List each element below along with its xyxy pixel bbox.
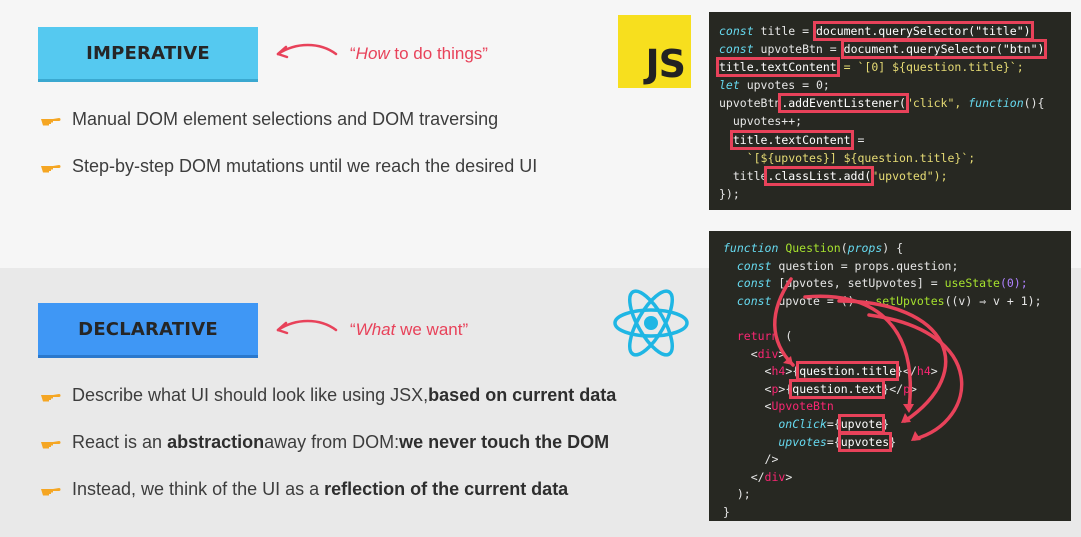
pointing-hand-icon <box>41 393 61 401</box>
list-item: Instead, we think of the UI as a reflect… <box>40 479 568 500</box>
declarative-tagline: “What we want” <box>350 320 469 339</box>
list-item: Step-by-step DOM mutations until we reac… <box>40 156 537 177</box>
list-item: Manual DOM element selections and DOM tr… <box>40 109 498 130</box>
pointing-hand-icon <box>41 164 61 172</box>
list-item: React is an abstraction away from DOM: w… <box>40 432 609 453</box>
pointing-hand-icon <box>41 487 61 495</box>
list-item: Describe what UI should look like using … <box>40 385 616 406</box>
imperative-code-block: const title = document.querySelector("ti… <box>709 12 1071 210</box>
imperative-badge: IMPERATIVE <box>38 27 258 79</box>
pointing-hand-icon <box>41 440 61 448</box>
pointing-hand-icon <box>41 117 61 125</box>
curved-arrow-icon <box>276 319 338 335</box>
declarative-code-block: function Question(props) { const questio… <box>709 231 1071 521</box>
javascript-logo: JS <box>618 15 691 88</box>
react-logo <box>613 289 689 357</box>
curved-arrow-icon <box>276 43 338 59</box>
imperative-tagline: “How to do things” <box>350 44 488 63</box>
declarative-badge: DECLARATIVE <box>38 303 258 355</box>
